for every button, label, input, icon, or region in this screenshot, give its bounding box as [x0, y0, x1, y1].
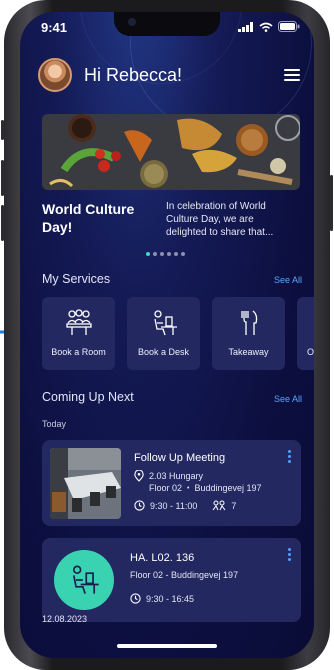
pager-dot[interactable]	[146, 252, 150, 256]
pager-dot[interactable]	[167, 252, 171, 256]
day-label: Today	[42, 419, 67, 429]
meeting-room-icon	[65, 309, 92, 335]
desk-avatar	[54, 550, 114, 610]
meeting-time-line: 9:30 - 11:00 7	[134, 500, 236, 511]
greeting-text: Hi Rebecca!	[84, 64, 183, 85]
next-date-label: 12.08.2023	[42, 614, 88, 624]
more-options-icon[interactable]	[288, 548, 291, 561]
status-time: 9:41	[41, 20, 68, 35]
home-indicator[interactable]	[117, 644, 217, 648]
service-label: Or	[307, 347, 314, 357]
upcoming-title: Coming Up Next	[42, 390, 134, 404]
service-order[interactable]: Or	[297, 297, 314, 370]
clock-icon	[130, 593, 141, 604]
banner-image[interactable]	[42, 114, 300, 190]
meeting-attendees: 7	[231, 500, 237, 511]
banner-title[interactable]: World Culture Day!	[42, 200, 152, 236]
more-options-icon[interactable]	[288, 450, 291, 463]
service-book-desk[interactable]: Book a Desk	[127, 297, 200, 370]
attendees-icon	[212, 500, 226, 511]
service-label: Book a Desk	[137, 347, 190, 357]
clock-icon	[134, 500, 145, 511]
desk-time: 9:30 - 16:45	[146, 593, 195, 604]
volume-up-button	[1, 160, 4, 196]
volume-down-button	[1, 205, 4, 241]
battery-icon	[278, 21, 300, 32]
meeting-card[interactable]: Follow Up Meeting 2.03 Hungary Floor 02 …	[42, 440, 301, 526]
meeting-title: Follow Up Meeting	[134, 452, 226, 464]
meeting-floor: Floor 02	[149, 483, 183, 493]
front-camera	[128, 18, 136, 26]
avatar[interactable]	[38, 58, 72, 92]
desk-time-line: 9:30 - 16:45	[130, 593, 194, 604]
hamburger-menu-icon[interactable]	[284, 69, 300, 81]
carousel-pager[interactable]	[146, 252, 185, 256]
desk-icon	[153, 310, 177, 336]
app-header: Hi Rebecca!	[38, 58, 300, 92]
upcoming-see-all-link[interactable]: See All	[274, 394, 302, 404]
desk-location: Floor 02 - Buddingevej 197	[130, 570, 239, 580]
meeting-room: 2.03 Hungary	[149, 471, 204, 481]
service-takeaway[interactable]: Takeaway	[212, 297, 285, 370]
desk-card[interactable]: HA. L02. 136 Floor 02 - Buddingevej 197 …	[42, 538, 301, 622]
pager-dot[interactable]	[174, 252, 178, 256]
cellular-signal-icon	[238, 21, 253, 32]
phone-frame: 9:41 Hi Rebecca! World Culture Day! In c…	[1, 0, 333, 670]
meeting-room-photo	[50, 448, 121, 519]
status-icons	[238, 21, 300, 32]
pager-dot[interactable]	[160, 252, 164, 256]
meeting-floor-line: Floor 02 • Buddingevej 197	[149, 483, 262, 493]
pager-dot[interactable]	[181, 252, 185, 256]
location-pin-icon	[134, 470, 144, 482]
desk-icon	[72, 565, 99, 594]
meeting-time: 9:30 - 11:00	[150, 500, 198, 511]
power-button	[330, 175, 333, 231]
services-see-all-link[interactable]: See All	[274, 275, 302, 285]
notch	[114, 12, 220, 36]
spices-illustration	[42, 114, 300, 190]
meeting-location: 2.03 Hungary	[134, 470, 203, 482]
service-label: Book a Room	[51, 347, 106, 357]
takeaway-icon	[240, 310, 257, 335]
pager-dot[interactable]	[153, 252, 157, 256]
services-row: Book a Room Book a Desk Takeaway O	[42, 297, 314, 370]
banner-text: In celebration of World Culture Day, we …	[166, 201, 274, 238]
services-title: My Services	[42, 272, 111, 286]
app-screen: 9:41 Hi Rebecca! World Culture Day! In c…	[20, 12, 314, 658]
service-label: Takeaway	[228, 347, 269, 357]
mute-switch	[1, 120, 4, 140]
service-book-room[interactable]: Book a Room	[42, 297, 115, 370]
wifi-icon	[259, 22, 273, 32]
meeting-address: Buddingevej 197	[194, 483, 262, 493]
separator-dot: •	[187, 484, 190, 492]
desk-title: HA. L02. 136	[130, 552, 195, 564]
